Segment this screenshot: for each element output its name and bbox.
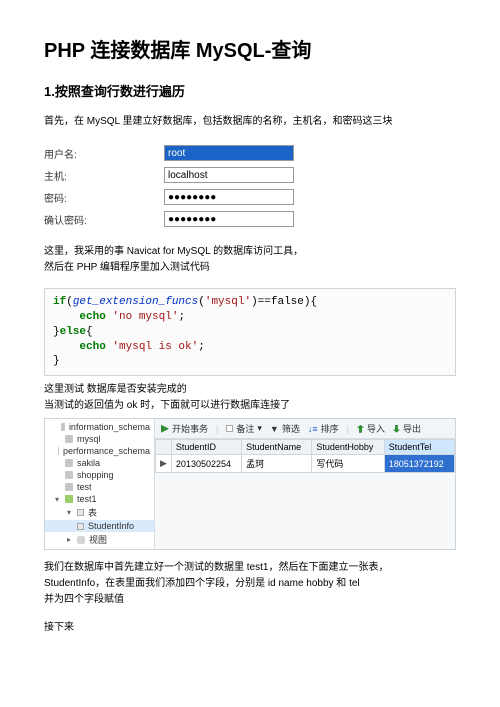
label-password: 密码: [44, 190, 164, 205]
label-username: 用户名: [44, 146, 164, 161]
col-studentname[interactable]: StudentName [242, 440, 312, 455]
cmp-false: ==false [258, 296, 304, 308]
para-next: 接下来 [44, 620, 456, 636]
database-icon [61, 423, 65, 431]
tree-item-performance-schema[interactable]: performance_schema [45, 445, 154, 457]
play-icon [161, 425, 169, 433]
database-icon [65, 483, 73, 491]
database-icon [58, 447, 59, 455]
btn-import[interactable]: 导入 [357, 422, 385, 435]
database-icon [65, 435, 73, 443]
str-mysql: 'mysql' [205, 296, 251, 308]
collapse-icon[interactable]: ▾ [53, 495, 61, 504]
kw-echo-1: echo [79, 311, 105, 323]
sort-icon: ↓≡ [308, 424, 318, 434]
note-icon [226, 425, 233, 432]
navicat-toolbar: 开始事务 | 备注 ▾ ▼筛选 ↓≡排序 | 导入 导出 [155, 419, 455, 439]
str-mysql-ok: 'mysql is ok' [112, 341, 198, 353]
table-folder-icon [77, 509, 84, 516]
label-password-confirm: 确认密码: [44, 212, 164, 227]
cell-studenthobby[interactable]: 写代码 [312, 455, 384, 473]
para-create-db: 我们在数据库中首先建立好一个测试的数据里 test1，然后在下面建立一张表， [44, 560, 456, 576]
filter-icon: ▼ [270, 424, 279, 434]
input-password-confirm[interactable]: ●●●●●●●● [164, 211, 294, 227]
btn-filter[interactable]: ▼筛选 [270, 422, 300, 435]
navicat-tree: information_schema mysql performance_sch… [45, 419, 155, 549]
database-icon [65, 471, 73, 479]
tree-item-sakila[interactable]: sakila [45, 457, 154, 469]
table-icon [77, 523, 84, 530]
section-heading-1: 1.按照查询行数进行遍历 [44, 81, 456, 100]
grid-corner [156, 440, 172, 455]
data-grid: StudentID StudentName StudentHobby Stude… [155, 439, 455, 473]
grid-header-row: StudentID StudentName StudentHobby Stude… [156, 440, 455, 455]
kw-if: if [53, 296, 66, 308]
btn-begin-transaction[interactable]: 开始事务 [161, 422, 208, 435]
tree-item-test1[interactable]: ▾test1 [45, 493, 154, 505]
input-username[interactable]: root [164, 145, 294, 161]
col-studenttel[interactable]: StudentTel [384, 440, 454, 455]
para-tool: 这里，我采用的事 Navicat for MySQL 的数据库访问工具， [44, 244, 456, 260]
export-icon [393, 425, 400, 433]
database-icon [65, 459, 73, 467]
cell-studentid[interactable]: 20130502254 [171, 455, 241, 473]
php-code-block: if(get_extension_funcs('mysql')==false){… [44, 288, 456, 376]
cell-studenttel[interactable]: 18051372192 [384, 455, 454, 473]
col-studenthobby[interactable]: StudentHobby [312, 440, 384, 455]
page-title: PHP 连接数据库 MySQL-查询 [44, 34, 456, 63]
tree-folder-tables[interactable]: ▾表 [45, 505, 154, 520]
collapse-icon[interactable]: ▾ [65, 508, 73, 517]
para-php-test: 然后在 PHP 编辑程序里加入测试代码 [44, 260, 456, 276]
para-assign: 并为四个字段赋值 [44, 592, 456, 608]
tree-table-studentinfo[interactable]: StudentInfo [45, 520, 154, 532]
mysql-credential-form: 用户名: root 主机: localhost 密码: ●●●●●●●● 确认密… [44, 142, 456, 230]
intro-paragraph: 首先，在 MySQL 里建立好数据库，包括数据库的名称，主机名，和密码这三块 [44, 114, 456, 130]
kw-echo-2: echo [79, 341, 105, 353]
row-marker-icon: ▶ [156, 455, 172, 473]
input-password[interactable]: ●●●●●●●● [164, 189, 294, 205]
tree-item-information-schema[interactable]: information_schema [45, 421, 154, 433]
btn-export[interactable]: 导出 [393, 422, 421, 435]
import-icon [357, 425, 364, 433]
label-host: 主机: [44, 168, 164, 183]
tree-item-shopping[interactable]: shopping [45, 469, 154, 481]
para-test-install: 这里测试 数据库是否安装完成的 [44, 382, 456, 398]
para-ok-connect: 当测试的返回值为 ok 时，下面就可以进行数据库连接了 [44, 398, 456, 414]
cell-studentname[interactable]: 孟珂 [242, 455, 312, 473]
navicat-main: 开始事务 | 备注 ▾ ▼筛选 ↓≡排序 | 导入 导出 StudentID S… [155, 419, 455, 549]
fn-get-extension-funcs: get_extension_funcs [73, 296, 198, 308]
table-row[interactable]: ▶ 20130502254 孟珂 写代码 18051372192 [156, 455, 455, 473]
kw-else: else [60, 326, 86, 338]
navicat-screenshot: information_schema mysql performance_sch… [44, 418, 456, 550]
tree-item-mysql[interactable]: mysql [45, 433, 154, 445]
btn-sort[interactable]: ↓≡排序 [308, 422, 339, 435]
input-host[interactable]: localhost [164, 167, 294, 183]
tree-item-test[interactable]: test [45, 481, 154, 493]
tree-folder-views[interactable]: ▸视图 [45, 532, 154, 547]
expand-icon[interactable]: ▸ [65, 535, 73, 544]
col-studentid[interactable]: StudentID [171, 440, 241, 455]
btn-note[interactable]: 备注 ▾ [226, 422, 262, 435]
database-icon [65, 495, 73, 503]
str-no-mysql: 'no mysql' [112, 311, 178, 323]
view-icon [77, 536, 85, 544]
para-fields: StudentInfo，在表里面我们添加四个字段，分别是 id name hob… [44, 576, 456, 592]
